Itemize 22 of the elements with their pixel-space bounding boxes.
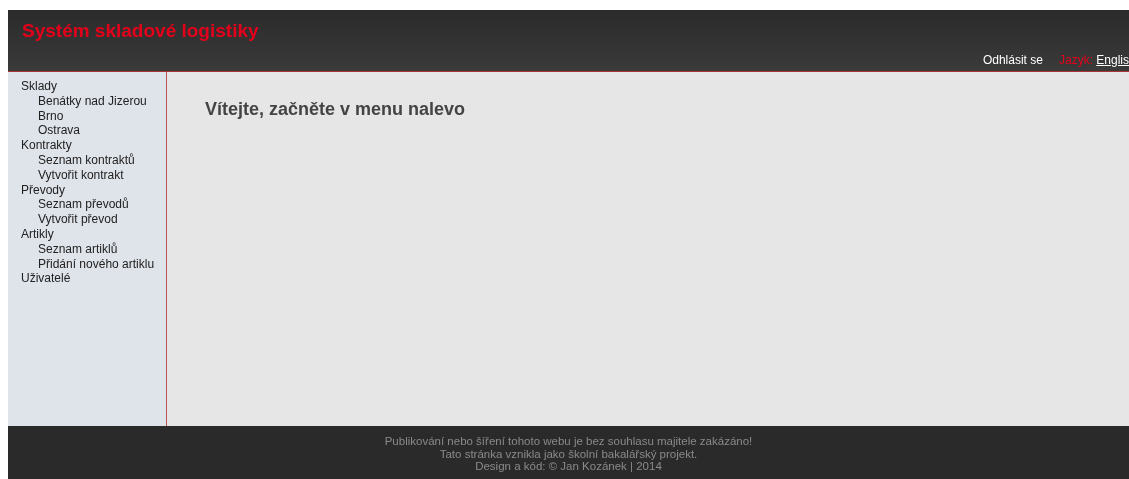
submenu-item[interactable]: Brno bbox=[38, 108, 64, 123]
submenu-item[interactable]: Vytvořit kontrakt bbox=[38, 167, 124, 182]
submenu-item[interactable]: Seznam kontraktů bbox=[38, 153, 135, 167]
submenu-item[interactable]: Vytvořit převod bbox=[38, 212, 118, 227]
submenu-item[interactable]: Seznam artiklů bbox=[38, 241, 118, 256]
menu-item[interactable]: Uživatelé bbox=[21, 271, 71, 286]
menu-item[interactable]: Sklady bbox=[21, 79, 58, 93]
submenu-item[interactable]: Přidání nového artiklu bbox=[38, 256, 155, 271]
footer-text: Tato stránka vznikla jako školní bakalářský projekt. bbox=[439, 447, 698, 460]
menu-item[interactable]: Převody bbox=[21, 182, 66, 197]
welcome-heading: Vítejte, začněte v menu nalevo bbox=[205, 99, 467, 121]
submenu-item[interactable]: Seznam převodů bbox=[38, 197, 129, 212]
footer-text: Publikování nebo šíření tohoto webu je bez souhlasu majitele zakázáno! bbox=[384, 435, 753, 447]
menu-item[interactable]: Artikly bbox=[21, 226, 54, 241]
site-title: Systém skladové logistiky bbox=[22, 20, 259, 41]
submenu-item[interactable]: Benátky nad Jizerou bbox=[38, 93, 147, 108]
footer-text: Design a kód: © Jan Kozánek | 2014 bbox=[475, 460, 662, 472]
language-label: Jazyk: bbox=[1058, 53, 1093, 67]
language-link[interactable]: Englis bbox=[1096, 53, 1129, 67]
menu-item[interactable]: Kontrakty bbox=[21, 138, 72, 153]
submenu-item[interactable]: Ostrava bbox=[38, 123, 80, 138]
logout-link[interactable]: Odhlásit se bbox=[982, 53, 1043, 67]
